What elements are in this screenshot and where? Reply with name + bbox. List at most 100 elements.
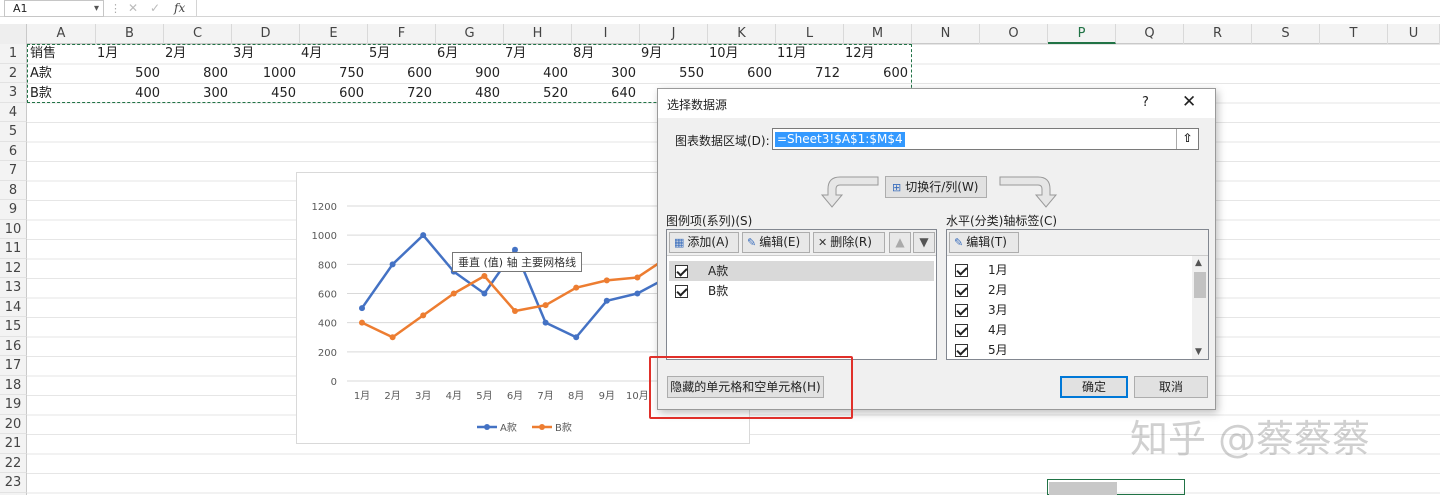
cell-header[interactable]: 3月: [233, 44, 254, 63]
cell-header[interactable]: 6月: [437, 44, 458, 63]
column-header-s[interactable]: S: [1252, 24, 1320, 44]
column-header-g[interactable]: G: [436, 24, 504, 44]
edit-series-button[interactable]: ✎ 编辑(E): [742, 232, 810, 253]
cell-value[interactable]: 400: [500, 64, 568, 83]
cell-value[interactable]: 720: [364, 84, 432, 103]
hidden-empty-cells-button[interactable]: 隐藏的单元格和空单元格(H): [667, 376, 824, 398]
axis-label-item[interactable]: 3月: [949, 300, 1189, 320]
row-header-23[interactable]: 23: [0, 473, 27, 493]
cell-value[interactable]: 500: [92, 64, 160, 83]
row-header-7[interactable]: 7: [0, 161, 27, 181]
column-header-u[interactable]: U: [1388, 24, 1440, 44]
row-header-2[interactable]: 2: [0, 63, 27, 83]
checkbox-checked[interactable]: [955, 324, 968, 337]
column-header-m[interactable]: M: [844, 24, 912, 44]
axis-label-item[interactable]: 2月: [949, 280, 1189, 300]
column-header-j[interactable]: J: [640, 24, 708, 44]
scroll-up-icon[interactable]: ▲: [1195, 258, 1202, 268]
cell-value[interactable]: 550: [636, 64, 704, 83]
move-down-icon[interactable]: ▼: [913, 232, 935, 253]
cell-header[interactable]: 12月: [845, 44, 875, 63]
cell-header[interactable]: 销售: [30, 44, 56, 63]
cell-value[interactable]: 600: [296, 84, 364, 103]
axis-scrollbar[interactable]: ▲ ▼: [1192, 256, 1208, 359]
axis-label-item[interactable]: 5月: [949, 340, 1189, 360]
help-icon[interactable]: ?: [1142, 95, 1149, 110]
row-header-13[interactable]: 13: [0, 278, 27, 298]
column-header-e[interactable]: E: [300, 24, 368, 44]
edit-axis-button[interactable]: ✎ 编辑(T): [949, 232, 1019, 253]
column-header-c[interactable]: C: [164, 24, 232, 44]
cell-value[interactable]: 640: [568, 84, 636, 103]
column-header-i[interactable]: I: [572, 24, 640, 44]
checkbox-checked[interactable]: [675, 265, 688, 278]
cell-value[interactable]: 300: [160, 84, 228, 103]
cell-header[interactable]: 2月: [165, 44, 186, 63]
column-header-d[interactable]: D: [232, 24, 300, 44]
row-header-15[interactable]: 15: [0, 317, 27, 337]
column-header-a[interactable]: A: [27, 24, 96, 44]
cell-value[interactable]: 600: [364, 64, 432, 83]
row-header-4[interactable]: 4: [0, 102, 27, 122]
cell-value[interactable]: 520: [500, 84, 568, 103]
column-header-n[interactable]: N: [912, 24, 980, 44]
row-header-17[interactable]: 17: [0, 356, 27, 376]
checkbox-checked[interactable]: [955, 284, 968, 297]
enter-icon[interactable]: ✓: [150, 0, 160, 16]
scroll-down-icon[interactable]: ▼: [1195, 347, 1202, 357]
ok-button[interactable]: 确定: [1060, 376, 1128, 398]
row-header-5[interactable]: 5: [0, 122, 27, 142]
cell-value[interactable]: 1000: [228, 64, 296, 83]
column-header-f[interactable]: F: [368, 24, 436, 44]
checkbox-checked[interactable]: [955, 264, 968, 277]
move-up-icon[interactable]: ▲: [889, 232, 911, 253]
cell-header[interactable]: 9月: [641, 44, 662, 63]
column-header-h[interactable]: H: [504, 24, 572, 44]
cell-value[interactable]: 480: [432, 84, 500, 103]
row-header-12[interactable]: 12: [0, 258, 27, 278]
axis-label-item[interactable]: 1月: [949, 260, 1189, 280]
cell-value[interactable]: 450: [228, 84, 296, 103]
cell-value[interactable]: B款: [30, 84, 52, 103]
cell-value[interactable]: 750: [296, 64, 364, 83]
cell-value[interactable]: 900: [432, 64, 500, 83]
row-header-16[interactable]: 16: [0, 336, 27, 356]
cell-header[interactable]: 4月: [301, 44, 322, 63]
cell-header[interactable]: 5月: [369, 44, 390, 63]
cancel-button[interactable]: 取消: [1134, 376, 1208, 398]
chart-range-input[interactable]: =Sheet3!$A$1:$M$4 ⇧: [772, 128, 1199, 150]
cell-value[interactable]: 800: [160, 64, 228, 83]
series-item[interactable]: B款: [669, 281, 934, 301]
cell-value[interactable]: 600: [840, 64, 908, 83]
column-header-r[interactable]: R: [1184, 24, 1252, 44]
row-header-14[interactable]: 14: [0, 297, 27, 317]
cell-header[interactable]: 1月: [97, 44, 118, 63]
column-header-k[interactable]: K: [708, 24, 776, 44]
cell-value[interactable]: 300: [568, 64, 636, 83]
cell-header[interactable]: 7月: [505, 44, 526, 63]
column-header-l[interactable]: L: [776, 24, 844, 44]
checkbox-checked[interactable]: [955, 344, 968, 357]
cell-value[interactable]: A款: [30, 64, 52, 83]
row-header-20[interactable]: 20: [0, 414, 27, 434]
add-series-button[interactable]: ▦ 添加(A): [669, 232, 739, 253]
row-header-8[interactable]: 8: [0, 180, 27, 200]
chevron-down-icon[interactable]: ▾: [94, 1, 99, 16]
checkbox-checked[interactable]: [955, 304, 968, 317]
row-header-22[interactable]: 22: [0, 453, 27, 473]
delete-series-button[interactable]: ✕ 删除(R): [813, 232, 885, 253]
row-header-6[interactable]: 6: [0, 141, 27, 161]
column-header-t[interactable]: T: [1320, 24, 1388, 44]
column-header-b[interactable]: B: [96, 24, 164, 44]
cell-header[interactable]: 8月: [573, 44, 594, 63]
formula-input[interactable]: [196, 0, 1440, 17]
cell-value[interactable]: 712: [772, 64, 840, 83]
column-header-o[interactable]: O: [980, 24, 1048, 44]
row-header-19[interactable]: 19: [0, 395, 27, 415]
series-item[interactable]: A款: [669, 261, 934, 281]
cancel-icon[interactable]: ✕: [128, 0, 138, 16]
scroll-thumb[interactable]: [1194, 272, 1206, 298]
row-header-18[interactable]: 18: [0, 375, 27, 395]
collapse-dialog-icon[interactable]: ⇧: [1176, 129, 1198, 149]
row-header-10[interactable]: 10: [0, 219, 27, 239]
